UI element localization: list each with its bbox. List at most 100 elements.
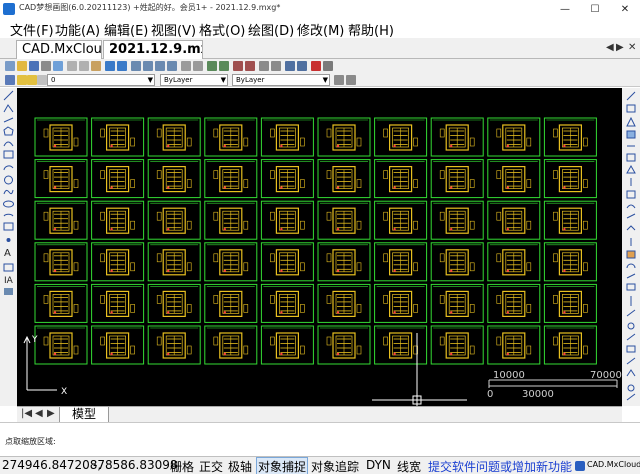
drawing-block <box>34 242 88 282</box>
toggle-grid[interactable]: 栅格 <box>170 458 194 474</box>
paste-icon[interactable] <box>91 61 101 71</box>
undo-icon[interactable] <box>105 61 115 71</box>
close-icon[interactable]: ✕ <box>610 0 640 18</box>
svg-text:IA: IA <box>4 276 14 286</box>
color-picker-icon[interactable] <box>346 75 356 85</box>
menu-file[interactable]: 文件(F) <box>10 20 54 39</box>
toggle-lineweight[interactable]: 线宽 <box>397 458 421 474</box>
save-icon[interactable] <box>29 61 39 71</box>
linetype-select[interactable]: ByLayer ▼ <box>232 74 330 86</box>
drawing-block <box>204 325 258 365</box>
preview-icon[interactable] <box>53 61 63 71</box>
zoom-extents-icon[interactable] <box>167 61 177 71</box>
ucs-icon: Y X <box>23 335 67 397</box>
drawing-block <box>147 117 201 157</box>
copy-icon[interactable] <box>79 61 89 71</box>
drawing-block <box>147 200 201 240</box>
drawing-block <box>317 242 371 282</box>
new-icon[interactable] <box>5 61 15 71</box>
match-properties-icon[interactable] <box>193 61 203 71</box>
command-line[interactable]: 点取缩放区域: <box>0 422 640 456</box>
print-icon[interactable] <box>41 61 51 71</box>
command-prompt: 点取缩放区域: <box>5 437 56 446</box>
drawing-block <box>91 325 145 365</box>
menu-function[interactable]: 功能(A) <box>55 20 100 39</box>
tab-scroll-left-icon[interactable]: ◀ <box>606 42 614 53</box>
drawing-block <box>204 283 258 323</box>
draw-toolbar-icons[interactable]: A IA <box>0 88 17 406</box>
menu-help[interactable]: 帮助(H) <box>348 20 394 39</box>
pan-icon[interactable] <box>131 61 141 71</box>
import-icon[interactable] <box>297 61 307 71</box>
redo-icon[interactable] <box>117 61 127 71</box>
status-bar: 274946.847208, -78586.83098 栅格 正交 极轴 对象捕… <box>0 456 640 474</box>
pdf-icon[interactable] <box>311 61 321 71</box>
drawing-block <box>487 283 541 323</box>
dim-style-icon[interactable] <box>245 61 255 71</box>
area-icon[interactable] <box>271 61 281 71</box>
drawing-block <box>34 159 88 199</box>
scale-label-0: 0 <box>487 389 493 400</box>
drawing-block <box>204 159 258 199</box>
drawing-block <box>317 283 371 323</box>
drawing-block <box>543 242 597 282</box>
toggle-polar[interactable]: 极轴 <box>228 458 252 474</box>
drawing-area[interactable]: Y X 10000 70000 0 30000 <box>17 88 622 406</box>
window-title: CAD梦想画图(6.0.20211123) +姓起的好。会员1+ - 2021.… <box>19 3 281 12</box>
linetype-select-value: ByLayer <box>236 76 265 84</box>
open-icon[interactable] <box>17 61 27 71</box>
measure-icon[interactable] <box>259 61 269 71</box>
drawing-block <box>430 117 484 157</box>
tab-cad-mxcloud[interactable]: CAD.MxCloud <box>16 40 102 59</box>
toggle-otrack[interactable]: 对象追踪 <box>311 458 359 474</box>
tab-drawing[interactable]: 2021.12.9.mxg* <box>103 40 203 59</box>
export-icon[interactable] <box>285 61 295 71</box>
drawing-block <box>543 200 597 240</box>
layout-first-icon[interactable]: |◀ <box>21 408 32 419</box>
menu-edit[interactable]: 编辑(E) <box>104 20 148 39</box>
layer-select[interactable]: 0 ▼ <box>47 74 155 86</box>
drawing-block <box>260 325 314 365</box>
coordinate-y: -78586.83098 <box>93 458 178 472</box>
cut-icon[interactable] <box>67 61 77 71</box>
drawing-block <box>91 242 145 282</box>
toggle-osnap[interactable]: 对象捕捉 <box>256 457 309 474</box>
settings-icon[interactable] <box>323 61 333 71</box>
minimize-icon[interactable]: — <box>550 0 580 18</box>
zoom-realtime-icon[interactable] <box>143 61 153 71</box>
standard-toolbar <box>0 59 640 73</box>
block-icon[interactable] <box>219 61 229 71</box>
drawing-block <box>487 242 541 282</box>
scale-label-10000: 10000 <box>493 370 525 381</box>
drawing-block <box>374 200 428 240</box>
layout-prev-icon[interactable]: ◀ <box>35 408 43 419</box>
layer-properties-icon[interactable] <box>5 75 15 85</box>
drawing-block <box>543 159 597 199</box>
menu-draw[interactable]: 绘图(D) <box>248 20 294 39</box>
zoom-window-icon[interactable] <box>155 61 165 71</box>
drawing-block <box>91 200 145 240</box>
menu-view[interactable]: 视图(V) <box>151 20 196 39</box>
maximize-icon[interactable]: ☐ <box>580 0 610 18</box>
drawing-block <box>374 325 428 365</box>
color-select[interactable]: ByLayer ▼ <box>160 74 228 86</box>
properties-icon[interactable] <box>181 61 191 71</box>
feedback-link[interactable]: 提交软件问题或增加新功能 <box>428 458 572 474</box>
menu-format[interactable]: 格式(O) <box>199 20 245 39</box>
drawing-canvas[interactable]: Y X 10000 70000 0 30000 <box>17 88 622 406</box>
layer-manager-icon[interactable] <box>207 61 217 71</box>
tab-scroll-right-icon[interactable]: ▶ <box>616 42 624 53</box>
drawing-block <box>147 159 201 199</box>
layout-next-icon[interactable]: ▶ <box>47 408 55 419</box>
drawing-block <box>374 117 428 157</box>
text-style-icon[interactable] <box>233 61 243 71</box>
toggle-dyn[interactable]: DYN <box>366 458 391 472</box>
tab-model[interactable]: 模型 <box>59 407 109 423</box>
toggle-ortho[interactable]: 正交 <box>199 458 223 474</box>
drawing-block <box>147 242 201 282</box>
menu-modify[interactable]: 修改(M) <box>297 20 344 39</box>
tab-close-icon[interactable]: ✕ <box>628 42 636 53</box>
lineweight-icon[interactable] <box>334 75 344 85</box>
modify-toolbar-icons[interactable] <box>622 88 640 406</box>
brand-logo-icon <box>575 461 585 471</box>
